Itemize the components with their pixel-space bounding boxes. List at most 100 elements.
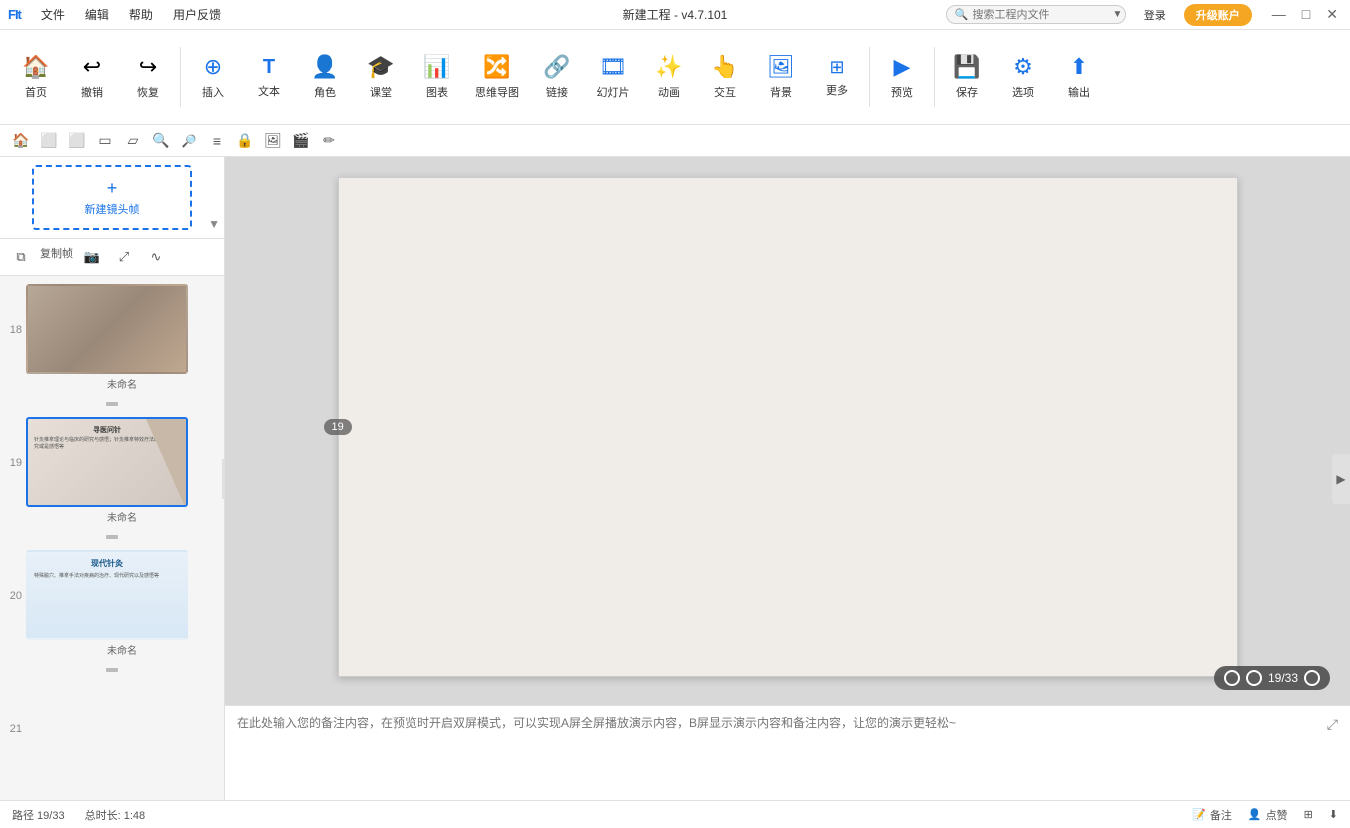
status-path: 路径 19/33	[12, 807, 65, 823]
search-box[interactable]: 🔍 ▼	[946, 5, 1126, 24]
login-button[interactable]: 登录	[1134, 4, 1176, 26]
slide-18-wrapper: 未命名	[26, 284, 218, 391]
toolbar-insert[interactable]: ⊕ 插入	[185, 50, 241, 104]
slide-item-19[interactable]: 19 寻医问针 针灸推拿理论与临床的研究与感悟；针灸推拿特效疗法的认识与研究或是…	[0, 413, 224, 528]
maximize-button[interactable]: □	[1298, 6, 1314, 23]
screenshot-button[interactable]: 📷	[79, 245, 105, 269]
menu-help[interactable]: 帮助	[121, 4, 161, 25]
copy-frame-button[interactable]: ⧉	[8, 245, 34, 269]
toolbar-redo[interactable]: ↪ 恢复	[120, 50, 176, 104]
toolbar-more[interactable]: ⊞ 更多	[809, 53, 865, 102]
toolbar-link-label: 链接	[546, 84, 568, 100]
toolbar-mindmap-label: 思维导图	[475, 84, 519, 100]
slide-badge: 19	[324, 419, 352, 435]
notes-expand-button[interactable]: ⤢	[1327, 716, 1338, 733]
menu-file[interactable]: 文件	[33, 4, 73, 25]
slide-number-19: 19	[6, 457, 22, 469]
more-icon: ⊞	[829, 57, 844, 78]
fullscreen-button[interactable]: ⤢	[111, 245, 137, 269]
sec-frame-btn[interactable]: ▱	[120, 128, 146, 154]
new-frame-button[interactable]: + 新建镜头帧	[32, 165, 192, 230]
toolbar-undo[interactable]: ↩ 撤销	[64, 50, 120, 104]
notes-status-button[interactable]: 📝 备注	[1192, 807, 1232, 823]
slide-item-20[interactable]: 20 现代针灸 特殊腧穴、推拿手法对疾病的治疗、现代研究以及感悟等 未命名	[0, 546, 224, 661]
toolbar-preview[interactable]: ▶ 预览	[874, 50, 930, 104]
slide-actions: ⧉ 复制帧 📷 ⤢ ∿	[0, 239, 224, 276]
notes-textarea[interactable]	[237, 714, 1327, 750]
search-input[interactable]	[973, 9, 1113, 21]
wave-button[interactable]: ∿	[143, 245, 169, 269]
background-icon: 🖼	[767, 54, 795, 80]
toolbar-options[interactable]: ⚙ 选项	[995, 50, 1051, 104]
new-frame-label: 新建镜头帧	[85, 201, 140, 217]
toolbar-interact[interactable]: 👆 交互	[697, 50, 753, 104]
window-controls: — □ ✕	[1268, 6, 1342, 23]
search-dropdown-icon[interactable]: ▼	[1113, 9, 1123, 20]
toolbar-background[interactable]: 🖼 背景	[753, 50, 809, 104]
menu-bar: 文件 编辑 帮助 用户反馈	[33, 4, 229, 25]
sec-paste-btn[interactable]: ⬜	[64, 128, 90, 154]
toolbar-mindmap[interactable]: 🔀 思维导图	[465, 50, 529, 104]
sec-image-btn[interactable]: 🖼	[260, 128, 286, 154]
close-button[interactable]: ✕	[1322, 6, 1342, 23]
slide-item-18[interactable]: 18 未命名	[0, 280, 224, 395]
panel-scroll-button[interactable]: ▼	[208, 217, 220, 231]
sec-home-btn[interactable]: 🏠	[8, 128, 34, 154]
sec-media-btn[interactable]: 🎬	[288, 128, 314, 154]
title-bar: FIt 文件 编辑 帮助 用户反馈 新建工程 - v4.7.101 🔍 ▼ 登录…	[0, 0, 1350, 30]
slide-number-18: 18	[6, 324, 22, 336]
save-icon: 💾	[953, 54, 980, 80]
minimize-button[interactable]: —	[1268, 6, 1290, 23]
upgrade-button[interactable]: 升级账户	[1184, 4, 1252, 26]
grid-status-button[interactable]: ⊞	[1304, 808, 1313, 821]
slides-list: 18 未命名 19 寻医问针 针灸推拿理论与临床的研究与感悟；针灸推拿特效疗法的…	[0, 276, 224, 800]
interact-icon: 👆	[711, 54, 738, 80]
status-duration: 总时长: 1:48	[85, 807, 146, 823]
slide-number-21: 21	[6, 723, 22, 735]
toolbar-link[interactable]: 🔗 链接	[529, 50, 585, 104]
slide-19-wrapper: 寻医问针 针灸推拿理论与临床的研究与感悟；针灸推拿特效疗法的认识与研究或是感悟等…	[26, 417, 218, 524]
animation-icon: ✨	[655, 54, 682, 80]
sec-zoom-in-btn[interactable]: 🔍	[148, 128, 174, 154]
sec-align-btn[interactable]: ≡	[204, 128, 230, 154]
toolbar-export[interactable]: ⬆ 输出	[1051, 50, 1107, 104]
toolbar-save[interactable]: 💾 保存	[939, 50, 995, 104]
sec-lock-btn[interactable]: 🔒	[232, 128, 258, 154]
toolbar-chart-label: 图表	[426, 84, 448, 100]
toolbar-home[interactable]: 🏠 首页	[8, 50, 64, 104]
toolbar-role[interactable]: 👤 角色	[297, 50, 353, 104]
playback-record-btn[interactable]	[1224, 670, 1240, 686]
menu-feedback[interactable]: 用户反馈	[165, 4, 229, 25]
toolbar-animation[interactable]: ✨ 动画	[641, 50, 697, 104]
sec-zoom-out-btn[interactable]: 🔎	[176, 128, 202, 154]
playback-play-btn[interactable]	[1246, 670, 1262, 686]
playback-skip-btn[interactable]	[1304, 670, 1320, 686]
toolbar-slideshow[interactable]: 🎞 幻灯片	[585, 50, 641, 104]
toolbar-chart[interactable]: 📊 图表	[409, 50, 465, 104]
points-status-button[interactable]: 👤 点赞	[1248, 807, 1288, 823]
canvas-area: 19 19/33 ⤢ ▶	[225, 157, 1350, 800]
slide-time-18	[102, 395, 122, 413]
toolbar-sep-3	[934, 47, 935, 107]
main-toolbar: 🏠 首页 ↩ 撤销 ↪ 恢复 ⊕ 插入 T 文本 👤 角色 🎓 课堂 📊 图表 …	[0, 30, 1350, 125]
slideshow-icon: 🎞	[599, 54, 627, 80]
toolbar-options-label: 选项	[1012, 84, 1034, 100]
canvas-slide[interactable]: 19	[338, 177, 1238, 677]
download-status-button[interactable]: ⬇	[1329, 808, 1338, 821]
slide-item-21[interactable]: 21	[0, 679, 224, 739]
toolbar-animation-label: 动画	[658, 84, 680, 100]
menu-edit[interactable]: 编辑	[77, 4, 117, 25]
secondary-toolbar: 🏠 ⬜ ⬜ ▭ ▱ 🔍 🔎 ≡ 🔒 🖼 🎬 ✏	[0, 125, 1350, 157]
role-icon: 👤	[311, 54, 338, 80]
toolbar-text[interactable]: T 文本	[241, 52, 297, 103]
slide-thumb-20: 现代针灸 特殊腧穴、推拿手法对疾病的治疗、现代研究以及感悟等	[26, 550, 188, 640]
playback-count: 19/33	[1268, 671, 1298, 685]
sec-box-btn[interactable]: ▭	[92, 128, 118, 154]
right-panel-toggle[interactable]: ▶	[1332, 454, 1350, 504]
toolbar-classroom[interactable]: 🎓 课堂	[353, 50, 409, 104]
export-icon: ⬆	[1070, 54, 1088, 80]
sec-edit-btn[interactable]: ✏	[316, 128, 342, 154]
sec-copy-btn[interactable]: ⬜	[36, 128, 62, 154]
slide-panel: + 新建镜头帧 ▼ ⧉ 复制帧 📷 ⤢ ∿ 18	[0, 157, 225, 800]
copy-frame-label[interactable]: 复制帧	[40, 245, 73, 269]
